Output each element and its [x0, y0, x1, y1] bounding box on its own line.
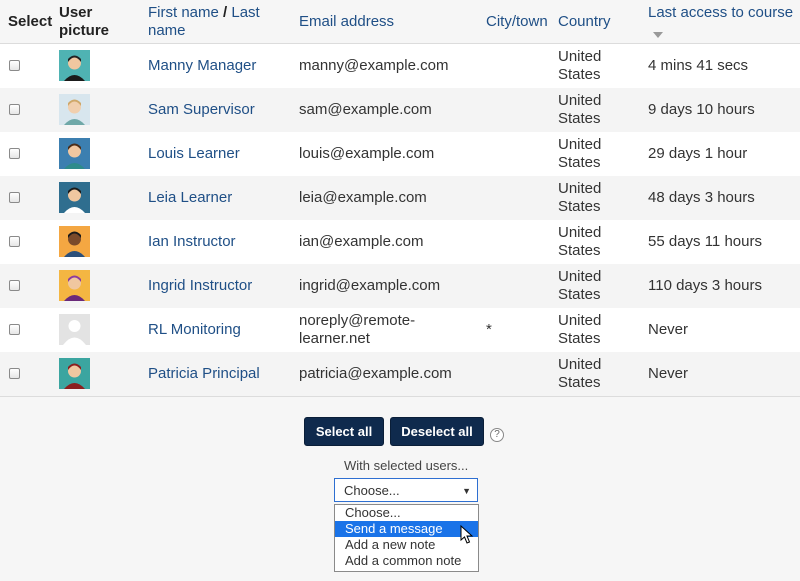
- city-cell: *: [486, 321, 492, 338]
- option-choose[interactable]: Choose...: [335, 505, 478, 521]
- select-user-checkbox[interactable]: [9, 148, 20, 159]
- select-user-checkbox[interactable]: [9, 236, 20, 247]
- learner-female-avatar-icon[interactable]: [59, 182, 90, 213]
- select-user-checkbox[interactable]: [9, 60, 20, 71]
- help-icon[interactable]: ?: [490, 428, 504, 442]
- country-sort-link[interactable]: Country: [558, 13, 611, 31]
- last-access-cell: 9 days 10 hours: [648, 101, 755, 118]
- select-all-button[interactable]: Select all: [304, 417, 384, 446]
- email-cell: sam@example.com: [299, 101, 432, 118]
- mouse-pointer-icon: [460, 525, 474, 544]
- table-row: Louis Learner louis@example.com United Sta…: [0, 132, 800, 177]
- country-cell: United States: [558, 312, 602, 347]
- select-current-value: Choose...: [344, 483, 400, 498]
- email-cell: louis@example.com: [299, 145, 435, 162]
- instructor-female-avatar-icon[interactable]: [59, 270, 90, 301]
- last-access-cell: 55 days 11 hours: [648, 233, 762, 250]
- name-separator: /: [223, 4, 228, 21]
- name-column-header: First name / Last name: [148, 4, 278, 40]
- country-cell: United States: [558, 268, 602, 303]
- country-cell: United States: [558, 224, 602, 259]
- email-cell: patricia@example.com: [299, 365, 452, 382]
- supervisor-avatar-icon[interactable]: [59, 94, 90, 125]
- select-user-checkbox[interactable]: [9, 324, 20, 335]
- user-name-link[interactable]: Ian Instructor: [148, 233, 236, 251]
- table-row: Ian Instructor ian@example.com United Stat…: [0, 220, 800, 265]
- default-user-avatar-icon[interactable]: [59, 314, 90, 345]
- email-cell: ian@example.com: [299, 233, 424, 250]
- user-name-link[interactable]: Louis Learner: [148, 145, 240, 163]
- last-access-cell: 110 days 3 hours: [648, 277, 762, 294]
- chevron-down-icon: ▼: [462, 486, 471, 496]
- country-cell: United States: [558, 356, 602, 391]
- instructor-avatar-icon[interactable]: [59, 226, 90, 257]
- last-access-cell: 29 days 1 hour: [648, 145, 748, 162]
- user-name-link[interactable]: Leia Learner: [148, 189, 232, 207]
- table-row: Manny Manager manny@example.com United Sta…: [0, 44, 800, 89]
- select-user-checkbox[interactable]: [9, 104, 20, 115]
- table-row: Sam Supervisor sam@example.com United Stat…: [0, 88, 800, 133]
- select-user-checkbox[interactable]: [9, 368, 20, 379]
- select-user-checkbox[interactable]: [9, 280, 20, 291]
- email-sort-link[interactable]: Email address: [299, 13, 394, 31]
- table-row: RL Monitoring noreply@remote-learner.net *…: [0, 308, 800, 353]
- option-send-message[interactable]: Send a message: [335, 521, 478, 537]
- option-add-common-note[interactable]: Add a common note: [335, 553, 478, 569]
- last-access-sort-link[interactable]: Last access to course: [648, 4, 798, 38]
- last-access-cell: 48 days 3 hours: [648, 189, 755, 206]
- with-selected-label: With selected users...: [344, 458, 469, 473]
- last-access-cell: Never: [648, 365, 689, 382]
- user-name-link[interactable]: Patricia Principal: [148, 365, 260, 383]
- email-cell: manny@example.com: [299, 57, 449, 74]
- user-name-link[interactable]: Sam Supervisor: [148, 101, 255, 119]
- country-cell: United States: [558, 180, 602, 215]
- table-row: Ingrid Instructor ingrid@example.com Unite…: [0, 264, 800, 309]
- user-name-link[interactable]: Manny Manager: [148, 57, 256, 75]
- email-cell: leia@example.com: [299, 189, 427, 206]
- last-access-cell: 4 mins 41 secs: [648, 57, 749, 74]
- country-cell: United States: [558, 92, 602, 127]
- first-name-sort-link[interactable]: First name: [148, 4, 219, 21]
- user-picture-column-header: User picture: [59, 4, 110, 39]
- user-name-link[interactable]: Ingrid Instructor: [148, 277, 252, 295]
- manager-avatar-icon[interactable]: [59, 50, 90, 81]
- select-column-header: Select: [8, 13, 53, 30]
- table-row: Patricia Principal patricia@example.com Un…: [0, 352, 800, 397]
- deselect-all-button[interactable]: Deselect all: [390, 417, 484, 446]
- country-cell: United States: [558, 136, 602, 171]
- select-user-checkbox[interactable]: [9, 192, 20, 203]
- sort-desc-icon: [653, 32, 663, 38]
- bulk-action-options: Choose... Send a message Add a new note …: [334, 504, 479, 572]
- city-sort-link[interactable]: City/town: [486, 13, 548, 31]
- country-cell: United States: [558, 48, 602, 83]
- last-access-label: Last access to course: [648, 4, 794, 21]
- table-row: Leia Learner leia@example.com United State…: [0, 176, 800, 221]
- bulk-action-select[interactable]: Choose... ▼: [334, 478, 478, 502]
- table-header: Select User picture First name / Last na…: [0, 0, 800, 44]
- last-access-cell: Never: [648, 321, 689, 338]
- principal-avatar-icon[interactable]: [59, 358, 90, 389]
- option-add-note[interactable]: Add a new note: [335, 537, 478, 553]
- learner-avatar-icon[interactable]: [59, 138, 90, 169]
- user-name-link[interactable]: RL Monitoring: [148, 321, 241, 339]
- email-cell: ingrid@example.com: [299, 277, 441, 294]
- email-cell: noreply@remote-learner.net: [299, 312, 416, 347]
